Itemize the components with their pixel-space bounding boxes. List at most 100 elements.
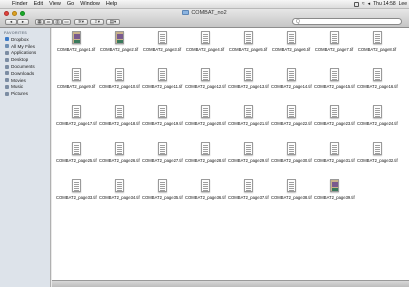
file-item[interactable]: COMBAT2_page22.tif: [271, 102, 312, 140]
desktop-icon: [5, 57, 9, 62]
column-view-button[interactable]: ▥: [53, 19, 62, 25]
list-view-button[interactable]: ☰: [44, 19, 53, 25]
file-item[interactable]: COMBAT2_page23.tif: [314, 102, 355, 140]
file-name: COMBAT2_page13.tif: [228, 84, 269, 89]
tif-thumbnail-icon: [372, 142, 382, 155]
tif-thumbnail-icon: [71, 179, 81, 192]
file-item[interactable]: COMBAT2_page34.tif: [99, 176, 140, 214]
file-item[interactable]: COMBAT2_page26.tif: [99, 139, 140, 177]
wifi-icon[interactable]: ≈: [362, 1, 365, 7]
file-item[interactable]: COMBAT2_page12.tif: [185, 65, 226, 103]
menu-view[interactable]: View: [46, 0, 64, 9]
tif-thumbnail-icon: [157, 105, 167, 118]
tif-thumbnail-icon: [200, 105, 210, 118]
menu-user[interactable]: Lee: [399, 1, 407, 7]
back-button[interactable]: ◂: [5, 19, 17, 25]
file-item[interactable]: COMBAT2_page38.tif: [271, 176, 312, 214]
file-name: COMBAT2_page26.tif: [99, 158, 140, 163]
sidebar-item-desktop[interactable]: Desktop: [0, 56, 50, 63]
menu-clock[interactable]: Thu 14:58: [373, 1, 396, 7]
share-menu-button[interactable]: ⇪▾: [90, 19, 104, 25]
file-item[interactable]: COMBAT2_page3.tif: [142, 28, 182, 66]
volume-icon[interactable]: ◂: [368, 1, 371, 7]
file-item[interactable]: COMBAT2_page5.tif: [228, 28, 268, 66]
file-grid: COMBAT2_page1.tif COMBAT2_page2.tif COMBAT…: [52, 28, 409, 280]
file-name: COMBAT2_page23.tif: [314, 121, 355, 126]
sidebar-item-all-my-files[interactable]: All My Files: [0, 43, 50, 50]
file-name: COMBAT2_page36.tif: [185, 195, 226, 200]
tif-thumbnail-icon: [286, 179, 296, 192]
file-item[interactable]: COMBAT2_page30.tif: [271, 139, 312, 177]
tif-thumbnail-icon: [200, 179, 210, 192]
file-item[interactable]: COMBAT2_page31.tif: [314, 139, 355, 177]
file-item[interactable]: COMBAT2_page1.tif: [56, 28, 96, 66]
file-item[interactable]: COMBAT2_page39.tif: [314, 176, 355, 214]
file-item[interactable]: COMBAT2_page25.tif: [56, 139, 97, 177]
forward-button[interactable]: ▸: [17, 19, 29, 25]
action-menu-button[interactable]: ✲▾: [74, 19, 88, 25]
sidebar-item-movies[interactable]: Movies: [0, 77, 50, 84]
sidebar-item-documents[interactable]: Documents: [0, 63, 50, 70]
file-item[interactable]: COMBAT2_page7.tif: [314, 28, 354, 66]
file-name: COMBAT2_page15.tif: [314, 84, 355, 89]
icon-view-button[interactable]: ▦: [35, 19, 44, 25]
menu-edit[interactable]: Edit: [31, 0, 46, 9]
file-item[interactable]: COMBAT2_page28.tif: [185, 139, 226, 177]
file-item[interactable]: COMBAT2_page16.tif: [357, 65, 398, 103]
cover-flow-button[interactable]: ▭: [62, 19, 71, 25]
file-item[interactable]: COMBAT2_page17.tif: [56, 102, 97, 140]
file-item[interactable]: COMBAT2_page33.tif: [56, 176, 97, 214]
tif-thumbnail-icon: [372, 31, 382, 44]
menu-finder[interactable]: Finder: [9, 0, 31, 9]
file-item[interactable]: COMBAT2_page18.tif: [99, 102, 140, 140]
file-item[interactable]: COMBAT2_page29.tif: [228, 139, 269, 177]
sidebar-item-applications[interactable]: Applications: [0, 50, 50, 57]
file-item[interactable]: COMBAT2_page20.tif: [185, 102, 226, 140]
file-item[interactable]: COMBAT2_page9.tif: [56, 65, 96, 103]
tif-thumbnail-icon: [200, 68, 210, 81]
dropbox-icon: [5, 37, 9, 42]
file-item[interactable]: COMBAT2_page14.tif: [271, 65, 312, 103]
tif-thumbnail-icon: [200, 31, 210, 44]
file-name: COMBAT2_page25.tif: [56, 158, 97, 163]
file-item[interactable]: COMBAT2_page19.tif: [142, 102, 183, 140]
sidebar-item-music[interactable]: Music: [0, 84, 50, 91]
search-field[interactable]: Q: [292, 18, 402, 25]
file-name: COMBAT2_page22.tif: [271, 121, 312, 126]
file-item[interactable]: COMBAT2_page36.tif: [185, 176, 226, 214]
sidebar-item-downloads[interactable]: Downloads: [0, 70, 50, 77]
file-item[interactable]: COMBAT2_page4.tif: [185, 28, 225, 66]
file-name: COMBAT2_page11.tif: [142, 84, 183, 89]
file-item[interactable]: COMBAT2_page27.tif: [142, 139, 183, 177]
file-item[interactable]: COMBAT2_page8.tif: [357, 28, 397, 66]
tif-thumbnail-icon: [157, 142, 167, 155]
file-item[interactable]: COMBAT2_page15.tif: [314, 65, 355, 103]
file-item[interactable]: COMBAT2_page37.tif: [228, 176, 269, 214]
file-item[interactable]: COMBAT2_page21.tif: [228, 102, 269, 140]
file-item[interactable]: COMBAT2_page6.tif: [271, 28, 311, 66]
tif-thumbnail-icon: [329, 31, 339, 44]
tif-thumbnail-icon: [372, 68, 382, 81]
file-item[interactable]: COMBAT2_page10.tif: [99, 65, 140, 103]
file-name: COMBAT2_page7.tif: [314, 47, 354, 52]
tif-thumbnail-icon: [200, 142, 210, 155]
sidebar-item-pictures[interactable]: Pictures: [0, 90, 50, 97]
menu-help[interactable]: Help: [103, 0, 120, 9]
menu-go[interactable]: Go: [64, 0, 77, 9]
file-name: COMBAT2_page17.tif: [56, 121, 97, 126]
file-name: COMBAT2_page38.tif: [271, 195, 312, 200]
pictures-icon: [5, 91, 9, 96]
sidebar-item-dropbox[interactable]: Dropbox: [0, 36, 50, 43]
file-item[interactable]: COMBAT2_page2.tif: [99, 28, 139, 66]
menu-window[interactable]: Window: [77, 0, 103, 9]
arrange-menu-button[interactable]: ▤▾: [106, 19, 120, 25]
tif-thumbnail-icon: [71, 105, 81, 118]
sidebar-item-label: Documents: [11, 64, 35, 70]
file-item[interactable]: COMBAT2_page11.tif: [142, 65, 182, 103]
tif-thumbnail-icon: [71, 31, 81, 44]
file-item[interactable]: COMBAT2_page32.tif: [357, 139, 398, 177]
dropbox-status-icon[interactable]: [353, 1, 359, 7]
file-item[interactable]: COMBAT2_page13.tif: [228, 65, 269, 103]
file-item[interactable]: COMBAT2_page24.tif: [357, 102, 398, 140]
file-item[interactable]: COMBAT2_page35.tif: [142, 176, 183, 214]
